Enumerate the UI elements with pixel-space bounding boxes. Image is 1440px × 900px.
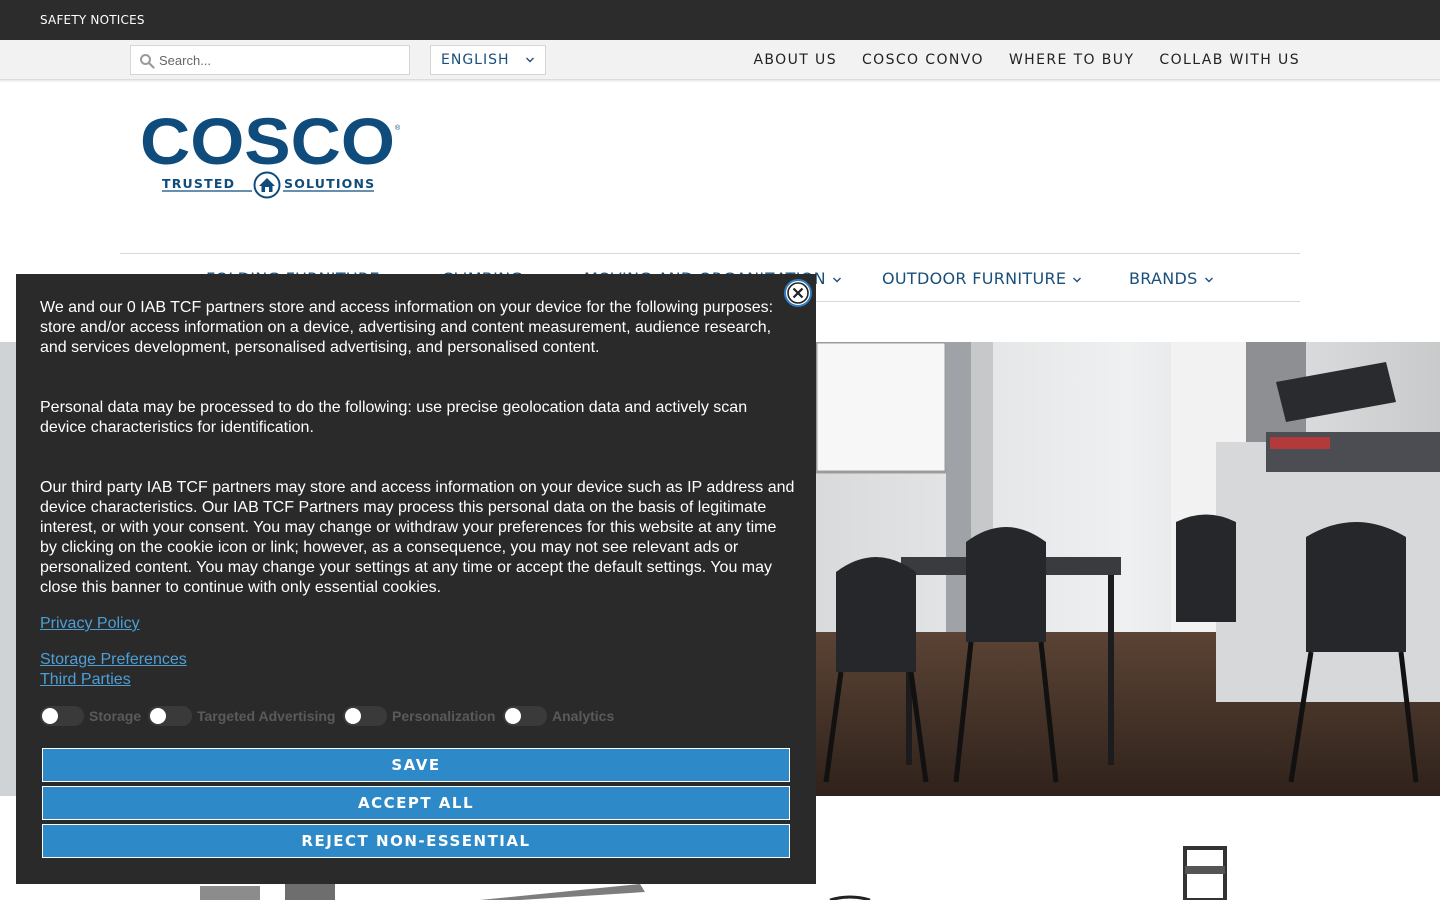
where-to-buy-link[interactable]: WHERE TO BUY xyxy=(1009,52,1134,68)
chevron-down-icon xyxy=(1073,277,1082,282)
toggle-label: Storage xyxy=(89,708,142,724)
search-icon xyxy=(140,54,155,69)
svg-text:SOLUTIONS: SOLUTIONS xyxy=(284,176,375,191)
storage-preferences-link[interactable]: Storage Preferences xyxy=(40,651,187,669)
toggle-label: Analytics xyxy=(552,708,615,724)
toggle-label: Targeted Advertising xyxy=(197,708,336,724)
chevron-down-icon xyxy=(526,57,534,63)
svg-text:®: ® xyxy=(395,124,401,132)
cookie-consent-banner: We and our 0 IAB TCF partners store and … xyxy=(16,274,816,884)
cosco-convo-link[interactable]: COSCO CONVO xyxy=(862,52,984,68)
utility-nav: ABOUT US COSCO CONVO WHERE TO BUY COLLAB… xyxy=(753,52,1300,68)
language-value: ENGLISH xyxy=(441,52,510,68)
toggle-label: Personalization xyxy=(392,708,496,724)
reject-non-essential-button[interactable]: REJECT NON-ESSENTIAL xyxy=(42,824,790,858)
language-select[interactable]: ENGLISH xyxy=(430,45,546,75)
collab-with-us-link[interactable]: COLLAB WITH US xyxy=(1159,52,1300,68)
about-us-link[interactable]: ABOUT US xyxy=(753,52,837,68)
chevron-down-icon xyxy=(832,277,841,282)
nav-item-outdoor-furniture[interactable]: OUTDOOR FURNITURE xyxy=(882,269,1082,288)
consent-paragraph-third-party: Our third party IAB TCF partners may sto… xyxy=(40,479,795,596)
svg-text:COSCO: COSCO xyxy=(140,110,395,178)
privacy-policy-link[interactable]: Privacy Policy xyxy=(40,615,140,633)
save-button[interactable]: SAVE xyxy=(42,748,790,782)
cosco-logo[interactable]: COSCO ® TRUSTED SOLUTIONS xyxy=(140,110,402,202)
third-parties-link[interactable]: Third Parties xyxy=(40,671,131,689)
chevron-down-icon xyxy=(1204,277,1213,282)
consent-paragraph-personal-data: Personal data may be processed to do the… xyxy=(40,399,748,436)
top-bar: SAFETY NOTICES xyxy=(0,0,1440,40)
consent-toggles: Storage Targeted Advertising Personaliza… xyxy=(40,704,800,728)
hero-image-left-edge xyxy=(0,342,16,796)
safety-notices-link[interactable]: SAFETY NOTICES xyxy=(40,13,145,27)
accept-all-button[interactable]: ACCEPT ALL xyxy=(42,786,790,820)
nav-item-brands[interactable]: BRANDS xyxy=(1129,269,1214,288)
hero-image xyxy=(816,342,1440,796)
svg-text:TRUSTED: TRUSTED xyxy=(162,176,235,191)
utility-bar: ENGLISH ABOUT US COSCO CONVO WHERE TO BU… xyxy=(0,40,1440,80)
search-input[interactable] xyxy=(159,50,399,70)
consent-paragraph-purposes: We and our 0 IAB TCF partners store and … xyxy=(40,299,774,356)
search-box xyxy=(130,45,410,75)
